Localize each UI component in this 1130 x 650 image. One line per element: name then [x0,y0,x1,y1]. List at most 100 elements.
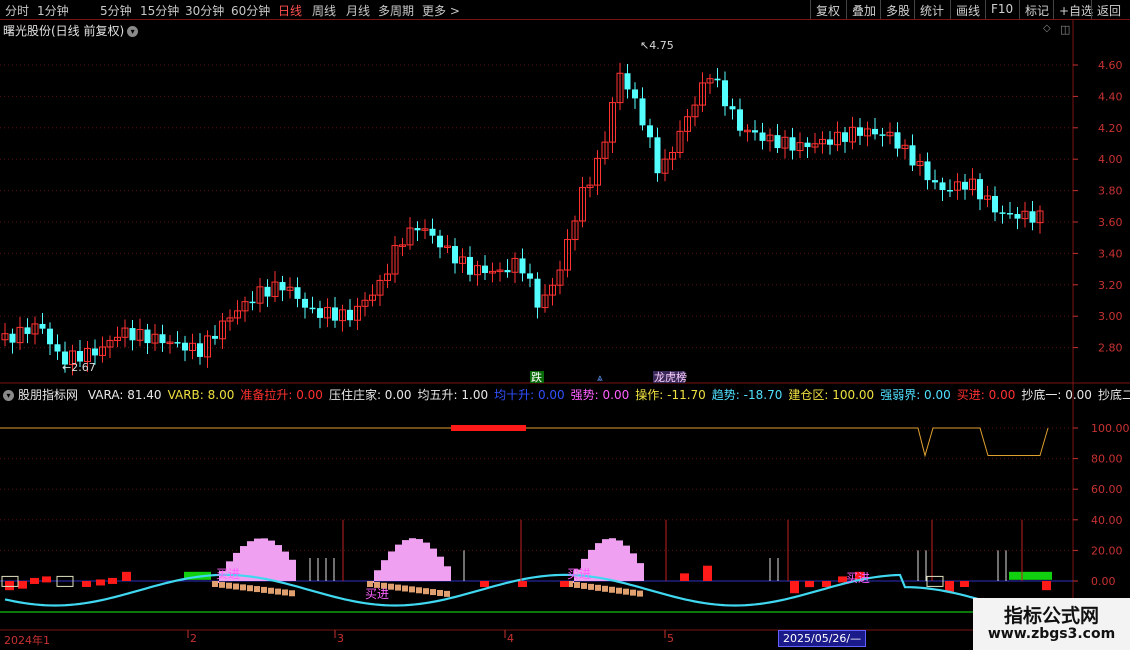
candle-body-down [437,235,443,248]
candle-body-down [827,139,833,145]
candle-body-down [1007,212,1013,215]
low-price-label: ←2.67 [62,361,96,374]
step-block [289,590,295,597]
candle-body-down [279,282,286,291]
strength-bar [247,541,254,581]
candle-body-down [9,333,16,343]
strength-bar [381,560,388,581]
up-marker-icon: ⩓ [597,373,603,384]
candle-body-down [872,128,878,135]
buy-label: 买进 [365,587,389,601]
strength-bar [261,538,268,581]
step-block [574,581,580,588]
candle-body-down [752,130,758,133]
candle-body-down [924,161,931,181]
indicator-value: 抄底一: 0.00 [1021,388,1092,402]
candle-body-down [429,228,436,236]
green-signal [1009,571,1052,580]
step-block [637,590,643,597]
step-block [268,587,274,594]
candle-body-down [39,323,46,329]
indicator-value: 建仓区: 100.00 [788,388,875,402]
ind-y-tick-label: 40.00 [1091,514,1123,527]
date-label-jan: 2024年1 [4,634,50,647]
date-label-apr: 4 [507,632,514,645]
strength-bar [289,559,296,581]
step-block [616,587,622,594]
strength-bar [637,563,644,581]
y-tick-label: 3.60 [1098,216,1123,229]
strength-bar [595,543,602,581]
chart-canvas[interactable]: 4.60 4.40 4.20 4.00 3.80 3.60 3.40 3.20 3.00 2.80… [0,0,1130,650]
step-block [602,585,608,592]
y-tick-label: 4.60 [1098,59,1123,72]
buy-block [703,565,712,581]
indicator-menu-icon[interactable]: ▾ [3,390,14,401]
strength-bar [275,545,282,581]
strength-bar [395,544,402,581]
buy-block [82,581,91,587]
buy-label: 买进 [216,567,240,581]
candle-body-down [467,256,473,275]
step-block [282,589,288,596]
strength-bar [430,548,437,581]
strength-bar [416,539,423,581]
strength-bar [388,551,395,581]
candle-body-down [77,350,83,362]
candle-body-down [647,125,653,138]
candle-body-down [347,309,353,321]
candle-body-down [264,286,271,297]
candle-body-down [879,134,886,136]
candle-body-down [1029,211,1036,223]
candle-body-down [999,212,1006,214]
step-block [437,589,443,596]
candle-body-down [737,109,743,131]
candle-body-down [302,298,308,308]
step-block [595,584,601,591]
candle-body-down [317,308,323,318]
indicator-name[interactable]: 股朋指标网 [18,388,78,402]
ind-y-tick-label: 100.00 [1091,422,1130,435]
candle-body-down [504,270,511,273]
candle-body-down [182,342,188,351]
indicator-value: 均十升: 0.00 [494,388,565,402]
indicator-value: VARA: 81.40 [87,388,162,402]
buy-block [805,581,814,588]
candle-body-down [24,327,31,334]
candle-body-down [977,179,983,200]
watermark-url: www.zbgs3.com [987,626,1116,642]
step-block [402,585,408,592]
buy-block [42,576,51,583]
candle-body-down [789,137,796,151]
step-block [240,584,246,591]
buy-label: 买进 [846,571,870,585]
date-label-feb: 2 [190,632,197,645]
buy-block [5,581,14,591]
candle-body-down [759,132,766,141]
step-block [226,582,232,589]
step-block [212,581,218,587]
strength-bar [423,542,430,581]
date-label-may: 5 [667,632,674,645]
step-block [219,581,225,588]
step-block [430,589,436,596]
candle-body-down [309,307,316,310]
candle-body-down [129,328,136,341]
candle-body-down [857,127,863,136]
candle-body-down [909,145,916,166]
indicator-value: 趋势: -18.70 [711,388,783,402]
candle-body-down [159,334,166,344]
y-tick-label: 3.20 [1098,279,1123,292]
buy-block [960,581,969,587]
candle-body-down [894,132,901,149]
buy-block [680,573,689,581]
step-block [630,589,636,596]
buy-block [108,577,117,584]
y-tick-label: 4.40 [1098,90,1123,103]
candle-body-down [482,265,488,273]
candle-body-down [92,348,98,356]
strength-bar [609,538,616,581]
candle-body-down [294,287,301,299]
indicator-value: 压住庄家: 0.00 [328,388,412,402]
y-tick-label: 3.80 [1098,185,1123,198]
